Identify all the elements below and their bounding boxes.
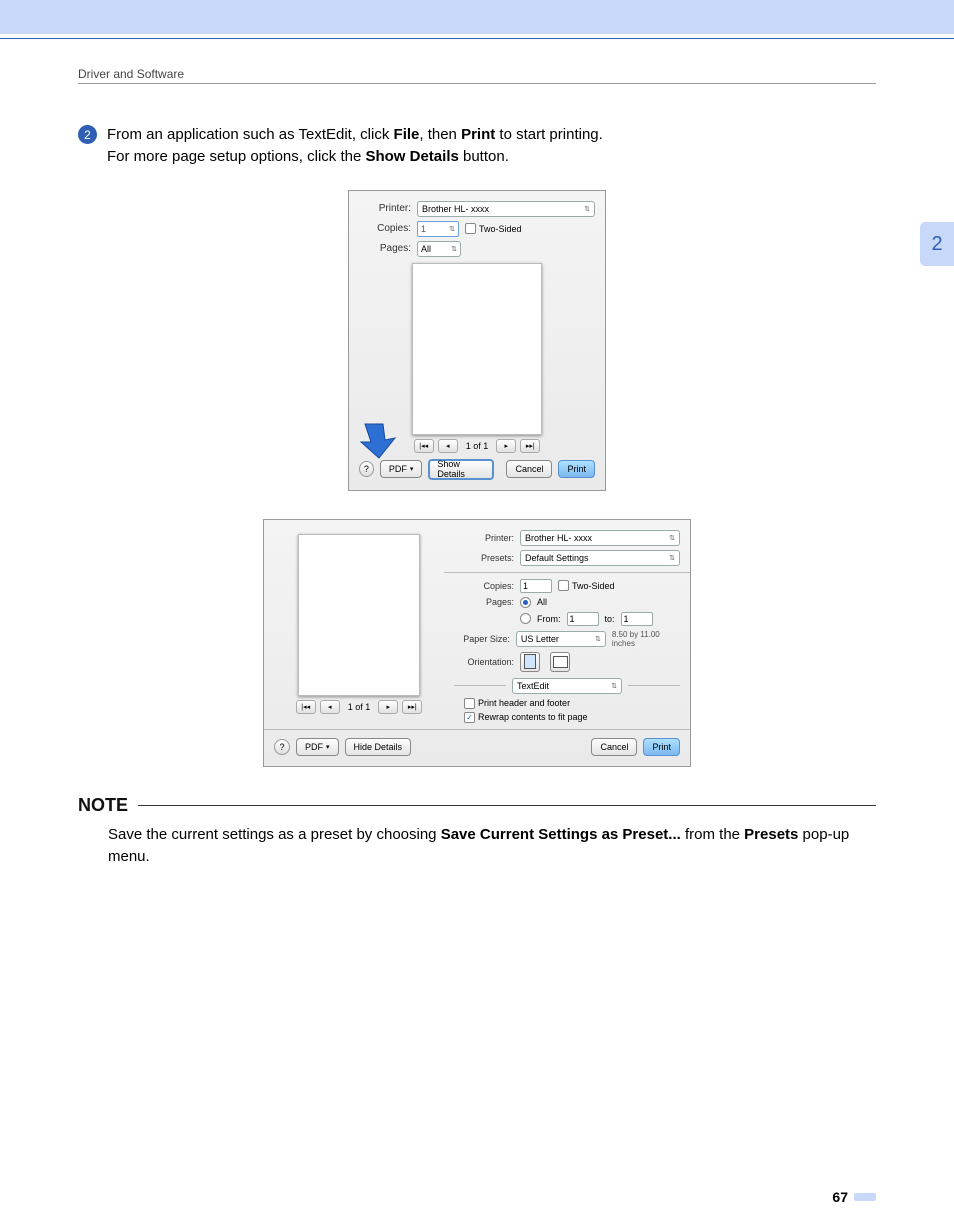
pager-prev-button[interactable]: ◂ bbox=[320, 700, 340, 714]
pager-next-button[interactable]: ▸ bbox=[496, 439, 516, 453]
copies-input[interactable]: 1 bbox=[520, 579, 552, 593]
separator bbox=[444, 572, 690, 573]
pages-from-radio[interactable] bbox=[520, 613, 531, 624]
pages-label: Pages: bbox=[359, 243, 411, 254]
cancel-button[interactable]: Cancel bbox=[591, 738, 637, 756]
preview-pager: |◂◂ ◂ 1 of 1 ▸ ▸▸| bbox=[274, 700, 444, 714]
show-details-button[interactable]: Show Details bbox=[428, 459, 494, 480]
page-footer: 67 bbox=[78, 1189, 876, 1205]
page-top-band bbox=[0, 0, 954, 38]
pages-label: Pages: bbox=[454, 597, 514, 607]
step-number-bullet: 2 bbox=[78, 125, 97, 144]
two-sided-checkbox[interactable]: Two-Sided bbox=[465, 223, 522, 234]
page-number-accent bbox=[854, 1193, 876, 1201]
page-preview bbox=[298, 534, 420, 696]
pages-to-input[interactable]: 1 bbox=[621, 612, 653, 626]
help-button[interactable]: ? bbox=[274, 739, 290, 755]
note-rule bbox=[138, 805, 876, 806]
print-dialog-compact: Printer: Brother HL- xxxx⇅ Copies: 1⇅ Tw… bbox=[348, 190, 606, 491]
pages-from-input[interactable]: 1 bbox=[567, 612, 599, 626]
chevron-updown-icon: ⇅ bbox=[669, 534, 675, 542]
copies-stepper[interactable]: 1⇅ bbox=[417, 221, 459, 237]
chevron-updown-icon: ⇅ bbox=[584, 205, 590, 213]
chevron-updown-icon: ⇅ bbox=[595, 635, 601, 643]
printer-select[interactable]: Brother HL- xxxx⇅ bbox=[520, 530, 680, 546]
chevron-down-icon: ▾ bbox=[326, 743, 330, 751]
pager-prev-button[interactable]: ◂ bbox=[438, 439, 458, 453]
pager-text: 1 of 1 bbox=[348, 702, 371, 712]
print-dialog-expanded: |◂◂ ◂ 1 of 1 ▸ ▸▸| Printer: Brother HL- … bbox=[263, 519, 691, 767]
chevron-updown-icon: ⇅ bbox=[611, 682, 617, 690]
separator bbox=[454, 685, 506, 686]
printer-select[interactable]: Brother HL- xxxx⇅ bbox=[417, 201, 595, 217]
printer-label: Printer: bbox=[359, 203, 411, 214]
pager-text: 1 of 1 bbox=[466, 441, 489, 451]
paper-size-dims: 8.50 by 11.00 inches bbox=[612, 630, 680, 648]
section-rule bbox=[78, 83, 876, 84]
pager-first-button[interactable]: |◂◂ bbox=[296, 700, 316, 714]
cancel-button[interactable]: Cancel bbox=[506, 460, 552, 478]
stepper-icon: ⇅ bbox=[449, 225, 455, 233]
pages-select[interactable]: All⇅ bbox=[417, 241, 461, 257]
callout-arrow-icon bbox=[355, 422, 401, 460]
portrait-icon bbox=[524, 654, 536, 669]
step-2: 2 From an application such as TextEdit, … bbox=[78, 124, 876, 168]
separator bbox=[264, 729, 690, 730]
chevron-updown-icon: ⇅ bbox=[451, 245, 457, 253]
note-heading-row: NOTE bbox=[78, 795, 876, 816]
help-button[interactable]: ? bbox=[359, 461, 374, 477]
orientation-label: Orientation: bbox=[454, 657, 514, 667]
note-body: Save the current settings as a preset by… bbox=[108, 824, 876, 869]
options-section-select[interactable]: TextEdit⇅ bbox=[512, 678, 622, 694]
step-text: From an application such as TextEdit, cl… bbox=[107, 124, 603, 168]
note-heading: NOTE bbox=[78, 795, 128, 816]
page-number: 67 bbox=[832, 1189, 848, 1205]
copies-label: Copies: bbox=[359, 223, 411, 234]
pager-last-button[interactable]: ▸▸| bbox=[520, 439, 540, 453]
page-preview bbox=[412, 263, 542, 435]
checkbox-icon bbox=[558, 580, 569, 591]
orientation-portrait-button[interactable] bbox=[520, 652, 540, 672]
checkbox-icon bbox=[464, 698, 475, 709]
chevron-down-icon: ▾ bbox=[410, 465, 414, 473]
paper-size-label: Paper Size: bbox=[454, 634, 510, 644]
chevron-updown-icon: ⇅ bbox=[669, 554, 675, 562]
two-sided-checkbox[interactable]: Two-Sided bbox=[558, 580, 615, 591]
checkbox-icon bbox=[465, 223, 476, 234]
print-button[interactable]: Print bbox=[558, 460, 595, 478]
pager-first-button[interactable]: |◂◂ bbox=[414, 439, 434, 453]
pdf-menu-button[interactable]: PDF ▾ bbox=[380, 460, 423, 478]
landscape-icon bbox=[553, 656, 568, 668]
pdf-menu-button[interactable]: PDF ▾ bbox=[296, 738, 339, 756]
orientation-landscape-button[interactable] bbox=[550, 652, 570, 672]
checkbox-checked-icon: ✓ bbox=[464, 712, 475, 723]
printer-label: Printer: bbox=[454, 533, 514, 543]
presets-select[interactable]: Default Settings⇅ bbox=[520, 550, 680, 566]
separator bbox=[628, 685, 680, 686]
print-header-footer-checkbox[interactable]: Print header and footer bbox=[464, 698, 570, 709]
section-title: Driver and Software bbox=[78, 67, 876, 81]
pages-all-radio[interactable] bbox=[520, 597, 531, 608]
paper-size-select[interactable]: US Letter⇅ bbox=[516, 631, 606, 647]
rewrap-contents-checkbox[interactable]: ✓Rewrap contents to fit page bbox=[464, 712, 588, 723]
hide-details-button[interactable]: Hide Details bbox=[345, 738, 412, 756]
copies-label: Copies: bbox=[454, 581, 514, 591]
pager-next-button[interactable]: ▸ bbox=[378, 700, 398, 714]
presets-label: Presets: bbox=[454, 553, 514, 563]
pager-last-button[interactable]: ▸▸| bbox=[402, 700, 422, 714]
print-button[interactable]: Print bbox=[643, 738, 680, 756]
